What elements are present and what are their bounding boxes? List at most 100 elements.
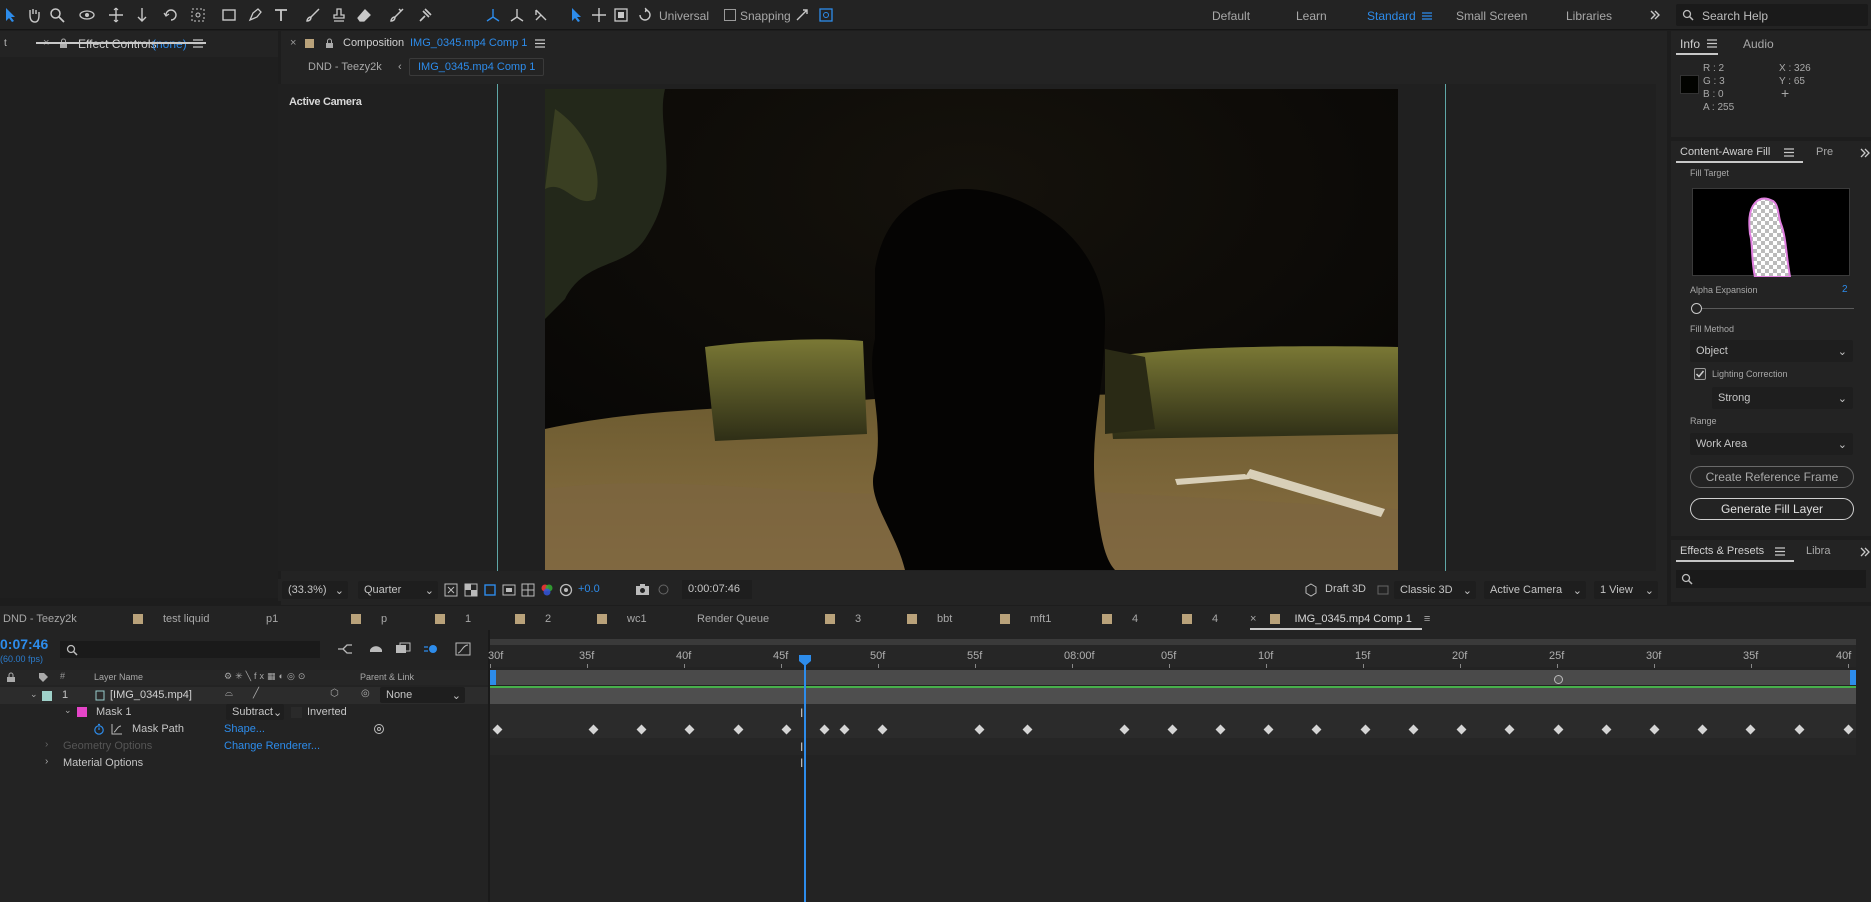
view-axis-icon[interactable] xyxy=(532,6,550,24)
timeline-tab-active[interactable]: × IMG_0345.mp4 Comp 1 ≡ xyxy=(1250,613,1430,625)
current-time-display[interactable]: 0:00:07:46 xyxy=(682,580,752,599)
generate-fill-layer-button[interactable]: Generate Fill Layer xyxy=(1690,498,1854,520)
universal-rotate-icon[interactable] xyxy=(636,6,654,24)
toggle-mask-icon[interactable] xyxy=(502,583,516,597)
breadcrumb-current[interactable]: IMG_0345.mp4 Comp 1 xyxy=(409,58,545,76)
shy-layers-icon[interactable] xyxy=(368,642,384,656)
work-area-track[interactable] xyxy=(490,670,1856,685)
workspace-default[interactable]: Default xyxy=(1212,9,1250,23)
timeline-tab[interactable]: 3 xyxy=(825,613,861,625)
create-reference-frame-button[interactable]: Create Reference Frame xyxy=(1690,466,1854,488)
frame-blending-icon[interactable] xyxy=(395,642,411,656)
workspace-menu-icon[interactable] xyxy=(1418,7,1436,25)
effect-controls-tab-label[interactable]: Effect Controls xyxy=(78,37,156,51)
pick-whip-icon[interactable] xyxy=(373,723,385,735)
stopwatch-icon[interactable] xyxy=(93,723,105,735)
workspace-small-screen[interactable]: Small Screen xyxy=(1456,9,1527,23)
work-area-start-handle[interactable] xyxy=(490,670,496,685)
pan-camera-icon[interactable] xyxy=(107,6,125,24)
material-options-row[interactable]: › Material Options xyxy=(0,755,488,772)
mask-name[interactable]: Mask 1 xyxy=(96,706,131,718)
camera-view-dropdown[interactable]: Active Camera ⌄ xyxy=(1484,581,1586,599)
snap-target-icon[interactable] xyxy=(817,6,835,24)
lighting-correction-checkbox[interactable] xyxy=(1694,368,1706,380)
fast-previews-icon[interactable] xyxy=(444,583,458,597)
selection-tool-icon[interactable] xyxy=(2,6,20,24)
work-area-end-handle[interactable] xyxy=(1850,670,1856,685)
show-snapshot-icon[interactable] xyxy=(656,583,671,596)
universal-move-icon[interactable] xyxy=(590,6,608,24)
mask-row[interactable]: ⌄ Mask 1 Subtract ⌄ Inverted xyxy=(0,704,488,721)
workspace-standard[interactable]: Standard xyxy=(1367,9,1416,23)
pick-whip-icon[interactable]: ◎ xyxy=(361,688,370,699)
caf-menu-icon[interactable] xyxy=(1784,148,1794,157)
renderer-dropdown[interactable]: Classic 3D ⌄ xyxy=(1394,581,1476,599)
local-axis-icon[interactable] xyxy=(484,6,502,24)
hand-tool-icon[interactable] xyxy=(25,6,43,24)
layer-search-field[interactable] xyxy=(60,641,320,658)
mask-mode-dropdown[interactable]: Subtract ⌄ xyxy=(226,704,284,720)
alpha-expansion-value[interactable]: 2 xyxy=(1842,284,1848,295)
layer-name-header[interactable]: Layer Name xyxy=(94,672,143,682)
mask-path-value[interactable]: Shape... xyxy=(224,723,265,735)
inverted-checkbox[interactable] xyxy=(291,707,302,718)
more-panels-icon[interactable] xyxy=(1860,148,1870,158)
timeline-tab[interactable]: p1 xyxy=(266,613,278,625)
expand-arrow-icon[interactable]: › xyxy=(45,756,48,767)
close-comp-tab-icon[interactable]: × xyxy=(290,37,296,49)
type-tool-icon[interactable] xyxy=(272,6,290,24)
range-dropdown[interactable]: Work Area ⌄ xyxy=(1690,433,1853,455)
timeline-tab[interactable]: 4 xyxy=(1102,613,1138,625)
rotation-tool-icon[interactable] xyxy=(162,6,180,24)
dolly-camera-icon[interactable] xyxy=(133,6,151,24)
parent-link-header[interactable]: Parent & Link xyxy=(360,672,414,682)
exposure-value[interactable]: +0.0 xyxy=(578,583,600,595)
brush-tool-icon[interactable] xyxy=(304,6,322,24)
mask-color-swatch[interactable] xyxy=(77,707,87,717)
lighting-strength-dropdown[interactable]: Strong ⌄ xyxy=(1712,387,1853,409)
workspace-libraries[interactable]: Libraries xyxy=(1566,9,1612,23)
puppet-tool-icon[interactable] xyxy=(416,6,434,24)
more-panels-icon[interactable] xyxy=(1860,547,1870,557)
mask-path-row[interactable]: Mask Path Shape... xyxy=(0,721,488,738)
search-help-field[interactable]: Search Help xyxy=(1676,4,1868,26)
alpha-expansion-track[interactable] xyxy=(1694,308,1854,309)
graph-editor-icon[interactable] xyxy=(455,642,471,656)
expand-arrow-icon[interactable]: ⌄ xyxy=(64,705,72,716)
layer-row[interactable]: ⌄ 1 [IMG_0345.mp4] ⌓ ╱ ⬡ ◎ None ⌄ xyxy=(0,687,488,704)
layer-label-color[interactable] xyxy=(42,691,52,701)
rectangle-tool-icon[interactable] xyxy=(220,6,238,24)
workspace-learn[interactable]: Learn xyxy=(1296,9,1327,23)
timeline-tab[interactable]: 4 xyxy=(1182,613,1218,625)
magnification-dropdown[interactable]: (33.3%) ⌄ xyxy=(282,581,348,599)
extended-viewer-icon[interactable] xyxy=(1377,584,1389,596)
effects-search-field[interactable] xyxy=(1676,570,1866,588)
graph-icon[interactable] xyxy=(111,723,123,735)
caf-tab[interactable]: Content-Aware Fill xyxy=(1680,146,1770,158)
timeline-tab-menu-icon[interactable]: ≡ xyxy=(1424,613,1430,625)
timeline-tab[interactable]: p xyxy=(351,613,387,625)
snapshot-camera-icon[interactable] xyxy=(635,583,650,596)
show-channel-icon[interactable] xyxy=(540,583,554,597)
timeline-tab[interactable]: wc1 xyxy=(597,613,647,625)
transparency-grid-icon[interactable] xyxy=(464,583,478,597)
timeline-tab[interactable]: 1 xyxy=(435,613,471,625)
3d-layer-switch-icon[interactable]: ⬡ xyxy=(330,688,339,699)
snap-options-icon[interactable] xyxy=(793,6,811,24)
expand-arrow-icon[interactable]: ⌄ xyxy=(30,689,38,700)
clone-stamp-tool-icon[interactable] xyxy=(330,6,348,24)
anchor-tool-icon[interactable] xyxy=(189,6,207,24)
zoom-tool-icon[interactable] xyxy=(48,6,66,24)
more-workspaces-icon[interactable] xyxy=(1646,6,1664,24)
comp-tab-name[interactable]: IMG_0345.mp4 Comp 1 xyxy=(410,37,527,49)
timeline-tab[interactable]: DND - Teezy2k xyxy=(3,613,77,625)
timeline-tab[interactable]: bbt xyxy=(907,613,952,625)
comp-panel-menu-icon[interactable] xyxy=(535,39,545,48)
motion-blur-icon[interactable] xyxy=(423,642,439,656)
timeline-tab[interactable]: 2 xyxy=(515,613,551,625)
alpha-expansion-thumb[interactable] xyxy=(1691,303,1702,314)
libraries-tab[interactable]: Libra xyxy=(1806,545,1830,557)
change-renderer-link[interactable]: Change Renderer... xyxy=(224,740,320,752)
parent-dropdown[interactable]: None ⌄ xyxy=(380,687,465,703)
eraser-tool-icon[interactable] xyxy=(355,6,373,24)
